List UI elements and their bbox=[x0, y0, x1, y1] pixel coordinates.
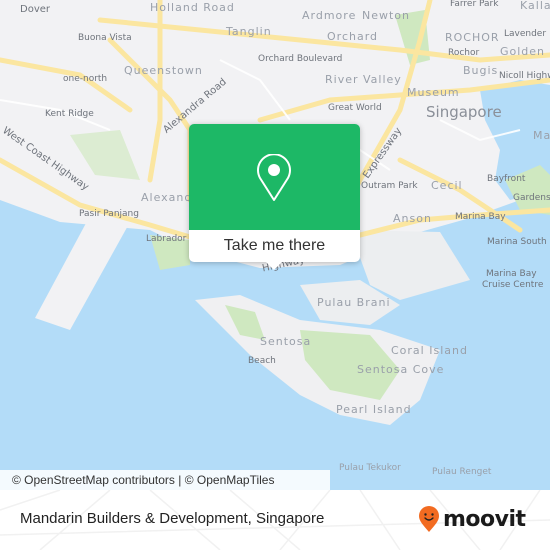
label-dover: Dover bbox=[20, 4, 50, 15]
label-one-north: one-north bbox=[63, 74, 108, 84]
take-me-there-button[interactable]: Take me there bbox=[189, 230, 360, 262]
label-river-valley: River Valley bbox=[325, 73, 402, 86]
label-pulau-brani: Pulau Brani bbox=[317, 296, 391, 309]
label-beach: Beach bbox=[248, 356, 276, 366]
label-sentosa-cove: Sentosa Cove bbox=[357, 363, 445, 376]
moovit-logo[interactable]: moovit bbox=[418, 505, 526, 533]
label-orchard-boulevard: Orchard Boulevard bbox=[258, 54, 343, 64]
label-holland-road: Holland Road bbox=[150, 1, 235, 14]
label-nicoll-highway: Nicoll Highw bbox=[499, 71, 550, 81]
map-pin-icon bbox=[257, 154, 291, 201]
label-marina: Mar bbox=[533, 129, 550, 142]
label-cruise-centre: Cruise Centre bbox=[482, 280, 544, 290]
label-lavender: Lavender bbox=[504, 29, 547, 39]
label-marina-bay: Marina Bay bbox=[455, 212, 506, 222]
label-queenstown: Queenstown bbox=[124, 64, 203, 77]
moovit-pin-icon bbox=[419, 506, 439, 532]
label-bayfront: Bayfront bbox=[487, 174, 526, 184]
label-singapore: Singapore bbox=[426, 103, 502, 121]
label-orchard: Orchard bbox=[327, 30, 379, 43]
label-gardens: Gardens bbox=[513, 193, 550, 203]
moovit-wordmark: moovit bbox=[443, 506, 526, 532]
label-pearl-island: Pearl Island bbox=[336, 403, 412, 416]
label-sentosa: Sentosa bbox=[260, 335, 312, 348]
label-labrador-park: Labrador P bbox=[146, 234, 195, 244]
label-pulau-renget: Pulau Renget bbox=[432, 467, 492, 477]
label-pulau-tekukor: Pulau Tekukor bbox=[339, 463, 401, 473]
label-outram-park: Outram Park bbox=[361, 181, 418, 191]
label-museum: Museum bbox=[407, 86, 460, 99]
place-title: Mandarin Builders & Development, Singapo… bbox=[20, 510, 325, 527]
map[interactable]: Dover Holland Road Ardmore Newton Farrer… bbox=[0, 0, 550, 490]
label-kent-ridge: Kent Ridge bbox=[45, 109, 94, 119]
popup-header bbox=[189, 124, 360, 230]
label-great-world: Great World bbox=[328, 103, 382, 113]
label-kallang: Kalla bbox=[520, 0, 550, 12]
label-marina-bay-cruise: Marina Bay bbox=[486, 269, 537, 279]
take-me-there-popup[interactable]: Take me there bbox=[189, 124, 360, 270]
label-rochor: Rochor bbox=[448, 48, 480, 58]
map-attribution[interactable]: © OpenStreetMap contributors | © OpenMap… bbox=[0, 470, 330, 490]
label-bugis: Bugis bbox=[463, 64, 499, 77]
label-coral-island: Coral Island bbox=[391, 344, 468, 357]
label-marina-south-pier: Marina South Pi bbox=[487, 237, 550, 247]
label-cecil: Cecil bbox=[431, 179, 463, 192]
label-rochor-area: ROCHOR bbox=[445, 31, 500, 44]
label-anson: Anson bbox=[393, 212, 432, 225]
popup-tail bbox=[266, 262, 282, 270]
label-buona-vista: Buona Vista bbox=[78, 33, 132, 43]
label-pasir-panjang: Pasir Panjang bbox=[79, 209, 139, 219]
label-newton: Newton bbox=[362, 9, 411, 22]
label-tanglin: Tanglin bbox=[226, 25, 272, 38]
park-kent-ridge bbox=[70, 130, 140, 180]
label-golden-mile: Golden M bbox=[500, 45, 550, 58]
label-ardmore: Ardmore bbox=[302, 9, 357, 22]
label-farrer-park: Farrer Park bbox=[450, 0, 499, 9]
